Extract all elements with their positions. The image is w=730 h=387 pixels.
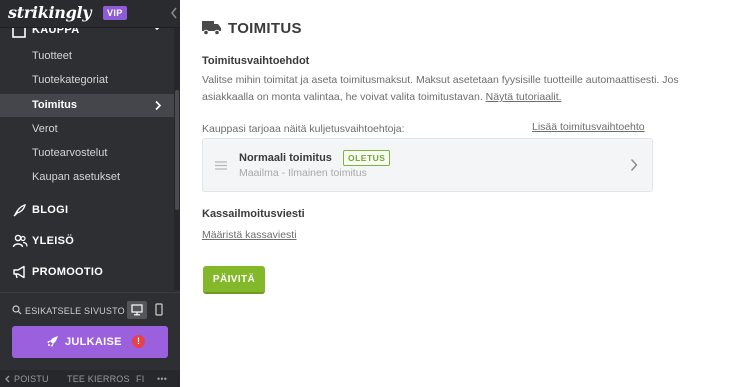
quill-icon xyxy=(13,204,26,217)
sidebar-item-yleiso[interactable]: YLEISÖ xyxy=(0,227,174,255)
shipping-options-title: Toimitusvaihtoehdot xyxy=(202,55,310,67)
mobile-icon xyxy=(155,303,163,316)
main-content: TOIMITUS Toimitusvaihtoehdot Valitse mih… xyxy=(180,0,730,387)
rocket-icon xyxy=(47,336,58,347)
more-menu[interactable]: ••• xyxy=(157,374,167,384)
shipping-option-name: Normaali toimitus xyxy=(239,152,332,164)
magnifier-icon xyxy=(12,305,22,315)
publish-warning-badge: ! xyxy=(132,335,145,348)
sidebar-item-label: Kaupan asetukset xyxy=(32,171,121,183)
sidebar-scrollbar-thumb[interactable] xyxy=(175,90,179,210)
publish-label: JULKAISE xyxy=(65,336,122,348)
sidebar-item-label: Tuotearvostelut xyxy=(32,147,108,159)
preview-label[interactable]: ESIKATSELE SIVUSTO xyxy=(25,306,125,316)
shipping-description: Valitse mihin toimitat ja aseta toimitus… xyxy=(202,72,712,106)
chevron-right-icon xyxy=(155,100,162,111)
preview-mobile-button[interactable] xyxy=(149,301,169,319)
sidebar-footer: POISTU TEE KIERROS FI ••• xyxy=(0,370,180,387)
tutorial-link[interactable]: Näytä tutoriaalit. xyxy=(486,91,562,103)
sidebar-item-label: Tuotteet xyxy=(32,50,72,62)
sidebar-divider xyxy=(0,292,180,293)
collapse-sidebar-icon[interactable] xyxy=(169,6,179,20)
default-badge: OLETUS xyxy=(343,150,391,166)
define-checkout-message-link[interactable]: Määristä kassaviesti xyxy=(202,229,297,241)
exit-link[interactable]: POISTU xyxy=(14,374,49,384)
sidebar-item-verot[interactable]: Verot xyxy=(0,118,174,141)
update-button[interactable]: PÄIVITÄ xyxy=(203,266,265,294)
desktop-icon xyxy=(131,304,143,316)
sidebar-item-label: BLOGI xyxy=(32,204,69,216)
language-selector[interactable]: FI xyxy=(136,374,144,384)
page-title: TOIMITUS xyxy=(228,20,302,37)
back-arrow-icon xyxy=(5,375,10,383)
sidebar-item-kaupan-asetukset[interactable]: Kaupan asetukset xyxy=(0,166,174,189)
tour-link[interactable]: TEE KIERROS xyxy=(67,374,130,384)
preview-desktop-button[interactable] xyxy=(127,301,147,319)
sidebar-header: strikingly VIP xyxy=(0,0,180,28)
vip-badge: VIP xyxy=(103,6,127,20)
sidebar-item-blogi[interactable]: BLOGI xyxy=(0,196,174,224)
sidebar-item-toimitus[interactable]: Toimitus xyxy=(0,94,174,117)
store-offers-label: Kauppasi tarjoaa näitä kuljetusvaihtoeht… xyxy=(202,123,405,135)
sidebar-item-label: Verot xyxy=(32,123,58,135)
sidebar-item-tuotearvostelut[interactable]: Tuotearvostelut xyxy=(0,142,174,165)
audience-icon xyxy=(12,234,28,248)
strikingly-logo[interactable]: strikingly xyxy=(8,3,92,22)
sidebar-item-tuotteet[interactable]: Tuotteet xyxy=(0,45,174,68)
megaphone-icon xyxy=(13,265,25,279)
drag-handle-icon[interactable] xyxy=(215,161,227,170)
truck-icon xyxy=(202,21,221,36)
preview-site: ESIKATSELE SIVUSTO xyxy=(0,298,180,322)
sidebar-item-promootio[interactable]: PROMOOTIO xyxy=(0,258,174,286)
sidebar-item-label: Toimitus xyxy=(32,99,78,111)
publish-button[interactable]: JULKAISE ! xyxy=(12,326,168,358)
sidebar-item-label: Tuotekategoriat xyxy=(32,74,109,86)
sidebar: KAUPPA strikingly VIP Tuotteet Tuotekate… xyxy=(0,0,180,387)
sidebar-item-label: PROMOOTIO xyxy=(32,266,104,278)
shipping-option-detail: Maailma - Ilmainen toimitus xyxy=(239,167,367,179)
sidebar-item-tuotekategoriat[interactable]: Tuotekategoriat xyxy=(0,69,174,92)
chevron-right-icon xyxy=(630,159,638,171)
add-shipping-option-link[interactable]: Lisää toimitusvaihtoehto xyxy=(532,121,645,133)
checkout-message-title: Kassailmoitusviesti xyxy=(202,208,305,220)
sidebar-item-label: YLEISÖ xyxy=(32,235,75,247)
description-text: Valitse mihin toimitat ja aseta toimitus… xyxy=(202,74,679,103)
shipping-option-card[interactable]: Normaali toimitus OLETUS Maailma - Ilmai… xyxy=(202,138,653,192)
